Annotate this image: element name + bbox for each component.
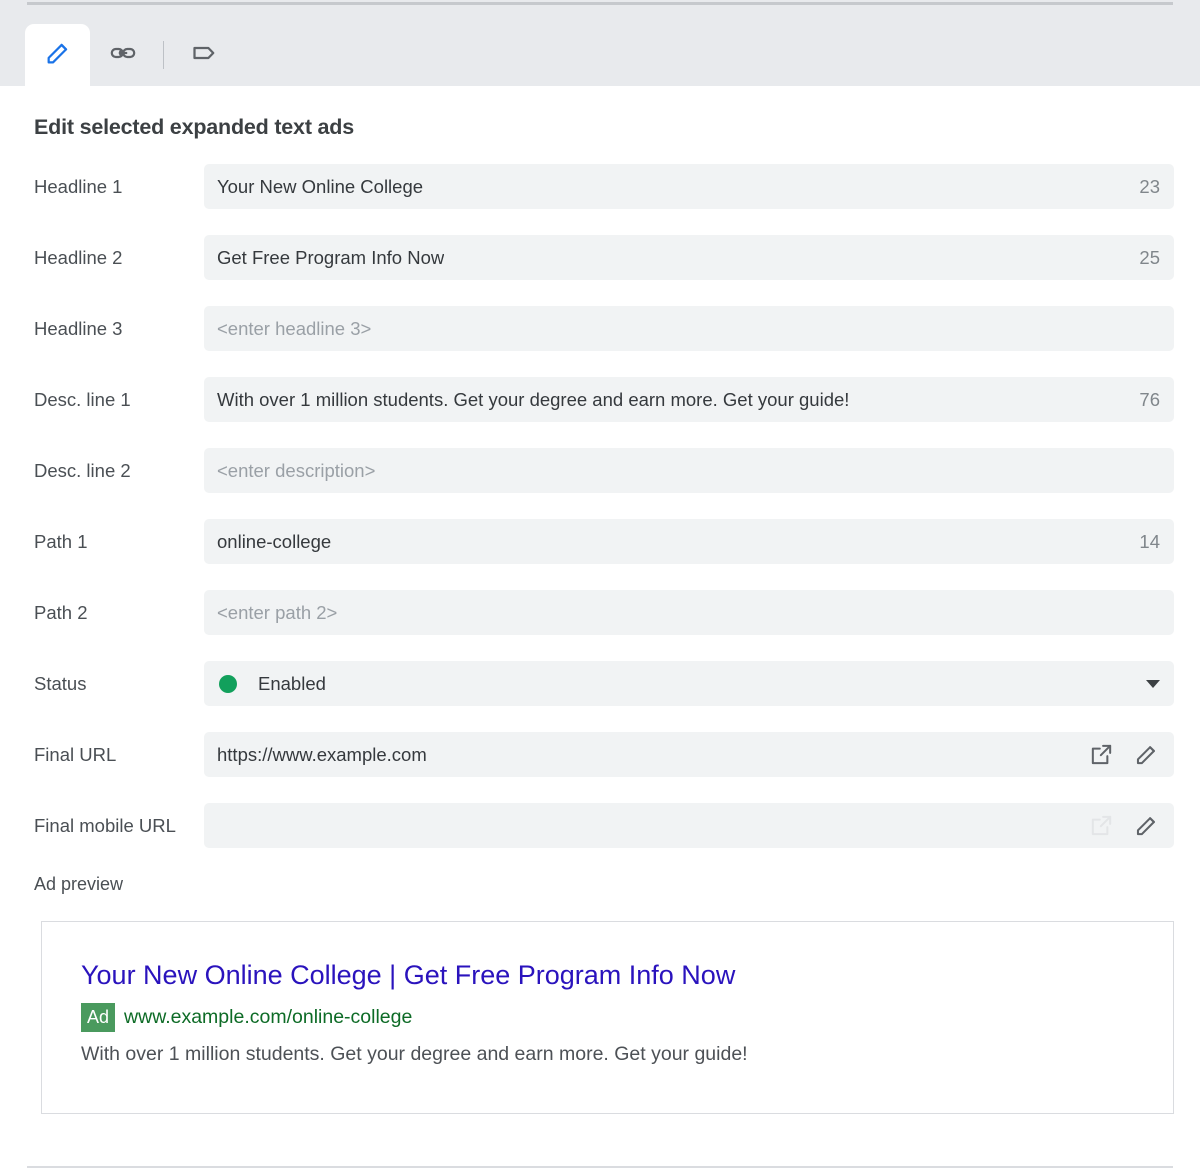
field-row-desc1: Desc. line 1 With over 1 million student…: [0, 377, 1200, 422]
ad-preview-url-line: Ad www.example.com/online-college: [81, 1002, 1173, 1032]
link-tab[interactable]: [90, 24, 155, 86]
pencil-icon: [44, 39, 72, 72]
headline3-input[interactable]: <enter headline 3>: [204, 306, 1174, 351]
ad-preview-label: Ad preview: [34, 874, 124, 894]
desc2-input[interactable]: <enter description>: [204, 448, 1174, 493]
label-tab[interactable]: [172, 24, 237, 86]
ad-edit-form: Headline 1 Your New Online College 23 He…: [0, 164, 1200, 848]
ad-badge: Ad: [81, 1002, 116, 1032]
label-final-url: Final URL: [34, 743, 117, 765]
path1-counter: 14: [1139, 530, 1160, 552]
desc2-placeholder: <enter description>: [217, 459, 376, 481]
label-desc1: Desc. line 1: [34, 388, 131, 410]
headline2-input[interactable]: Get Free Program Info Now 25: [204, 235, 1174, 280]
path2-placeholder: <enter path 2>: [217, 601, 338, 623]
status-value: Enabled: [258, 672, 326, 694]
field-row-headline1: Headline 1 Your New Online College 23: [0, 164, 1200, 209]
headline3-placeholder: <enter headline 3>: [217, 317, 372, 339]
status-dot-icon: [219, 674, 237, 693]
edit-pencil-icon[interactable]: [1133, 812, 1160, 839]
field-row-status: Status Enabled: [0, 661, 1200, 706]
final-mobile-url-input[interactable]: [204, 803, 1174, 848]
path2-input[interactable]: <enter path 2>: [204, 590, 1174, 635]
spellcheck-underline: online-: [217, 530, 273, 553]
field-row-path2: Path 2 <enter path 2>: [0, 590, 1200, 635]
label-desc2: Desc. line 2: [34, 459, 131, 481]
edit-tab[interactable]: [25, 24, 90, 86]
open-external-link-icon[interactable]: [1088, 741, 1115, 768]
field-row-headline3: Headline 3 <enter headline 3>: [0, 306, 1200, 351]
label-status: Status: [34, 672, 87, 694]
ad-preview-description: With over 1 million students. Get your d…: [81, 1042, 748, 1065]
desc1-input[interactable]: With over 1 million students. Get your d…: [204, 377, 1174, 422]
headline2-counter: 25: [1139, 246, 1160, 268]
edit-pencil-icon[interactable]: [1133, 741, 1160, 768]
label-headline1: Headline 1: [34, 175, 123, 197]
final-url-input[interactable]: https://www.example.com: [204, 732, 1174, 777]
page-title: Edit selected expanded text ads: [34, 115, 354, 139]
spellcheck-underline: !: [844, 388, 850, 411]
desc1-counter: 76: [1139, 388, 1160, 410]
path1-value: online-college: [217, 530, 331, 553]
tab-divider: [163, 41, 164, 69]
headline1-counter: 23: [1139, 175, 1160, 197]
label-path1: Path 1: [34, 530, 88, 552]
ad-preview-headline[interactable]: Your New Online College | Get Free Progr…: [81, 960, 1173, 992]
headline2-value: Get Free Program Info Now: [217, 246, 445, 268]
chevron-down-icon[interactable]: [1146, 679, 1160, 688]
label-path2: Path 2: [34, 601, 88, 623]
ad-preview-url[interactable]: www.example.com/online-college: [124, 1006, 412, 1029]
link-icon: [109, 39, 137, 72]
field-row-headline2: Headline 2 Get Free Program Info Now 25: [0, 235, 1200, 280]
open-external-link-icon: [1088, 812, 1115, 839]
tabstrip: [25, 24, 237, 86]
headline1-value: Your New Online College: [217, 175, 423, 198]
footer-divider: [27, 1166, 1173, 1168]
spellcheck-underline: Online: [301, 175, 356, 198]
field-row-desc2: Desc. line 2 <enter description>: [0, 448, 1200, 493]
label-headline2: Headline 2: [34, 246, 123, 268]
tab-bar: [0, 0, 1200, 86]
final-mobile-url-actions: [1074, 812, 1160, 839]
final-url-value: https://www.example.com: [217, 743, 427, 765]
field-row-final-url: Final URL https://www.example.com: [0, 732, 1200, 777]
label-headline3: Headline 3: [34, 317, 123, 339]
desc1-value: With over 1 million students. Get your d…: [217, 388, 850, 411]
final-url-actions: [1074, 741, 1160, 768]
field-row-path1: Path 1 online-college 14: [0, 519, 1200, 564]
label-final-mobile-url: Final mobile URL: [34, 814, 176, 836]
path1-input[interactable]: online-college 14: [204, 519, 1174, 564]
headline1-input[interactable]: Your New Online College 23: [204, 164, 1174, 209]
topbar-divider: [27, 2, 1173, 5]
status-select[interactable]: Enabled: [204, 661, 1174, 706]
ad-preview-box: Your New Online College | Get Free Progr…: [41, 921, 1174, 1114]
tag-icon: [190, 38, 220, 73]
field-row-final-mobile-url: Final mobile URL: [0, 803, 1200, 848]
